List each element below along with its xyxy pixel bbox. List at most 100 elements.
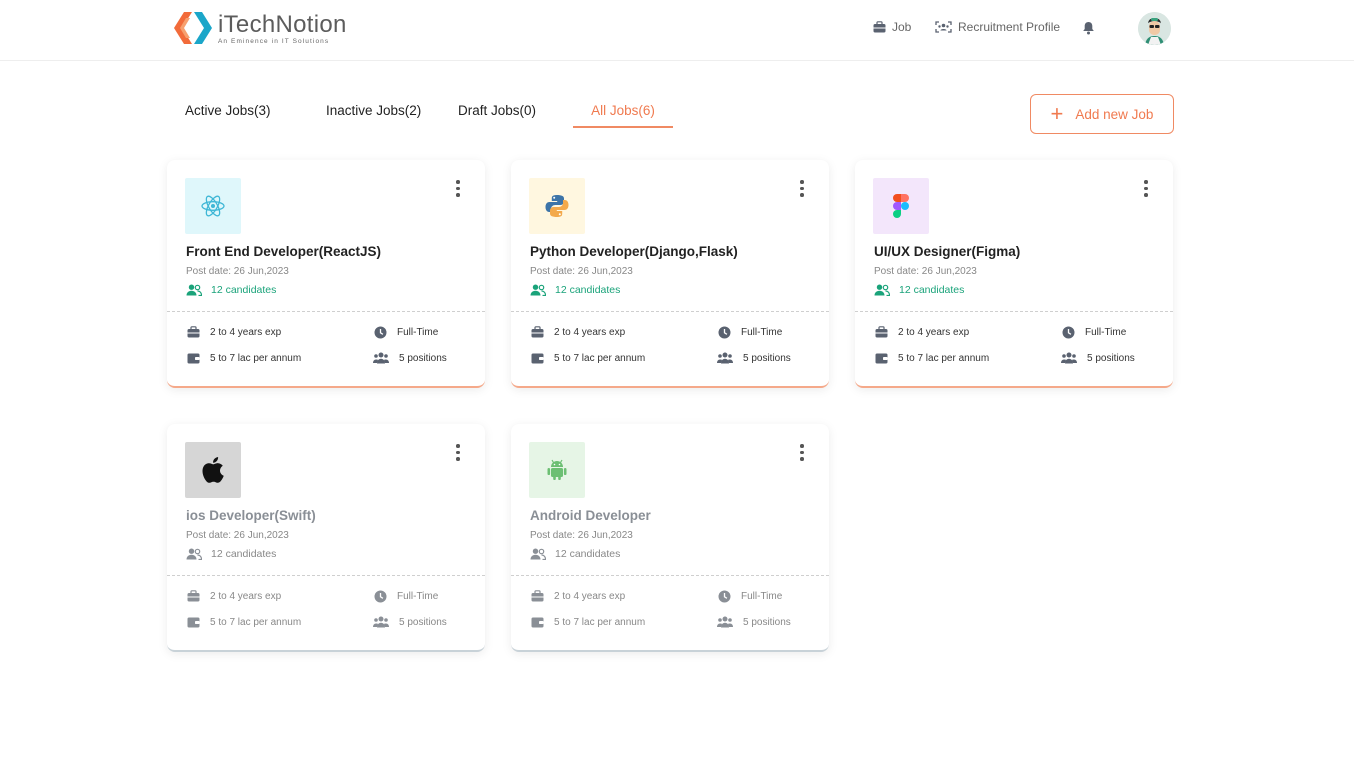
salary-info: 5 to 7 lac per annum bbox=[531, 616, 645, 628]
salary-info: 5 to 7 lac per annum bbox=[187, 616, 301, 628]
figma-icon bbox=[873, 178, 929, 234]
nav-profile-label: Recruitment Profile bbox=[958, 20, 1061, 34]
candidates-count: 12 candidates bbox=[211, 548, 277, 560]
positions-info: 5 positions bbox=[1061, 352, 1135, 364]
bell-icon[interactable] bbox=[1082, 21, 1095, 40]
react-icon bbox=[185, 178, 241, 234]
post-date: Post date: 26 Jun,2023 bbox=[186, 530, 289, 541]
tab-all-jobs[interactable]: All Jobs(6) bbox=[573, 103, 673, 128]
job-title[interactable]: ios Developer(Swift) bbox=[186, 508, 316, 523]
candidates-link[interactable]: 12 candidates bbox=[186, 284, 276, 296]
clock-icon bbox=[1062, 326, 1075, 339]
experience-info: 2 to 4 years exp bbox=[531, 326, 625, 338]
candidates-link[interactable]: 12 candidates bbox=[186, 548, 276, 560]
users-group-icon bbox=[1061, 352, 1077, 364]
positions-info: 5 positions bbox=[373, 352, 447, 364]
more-vertical-icon[interactable] bbox=[455, 180, 461, 197]
candidates-link[interactable]: 12 candidates bbox=[530, 548, 620, 560]
nav-recruitment-profile[interactable]: Recruitment Profile bbox=[935, 20, 1060, 34]
job-title[interactable]: Android Developer bbox=[530, 508, 651, 523]
add-new-job-label: Add new Job bbox=[1075, 106, 1154, 122]
salary-info: 5 to 7 lac per annum bbox=[875, 352, 989, 364]
plus-icon: + bbox=[1050, 101, 1064, 126]
experience-info: 2 to 4 years exp bbox=[187, 590, 281, 602]
wallet-icon bbox=[187, 617, 200, 628]
card-divider bbox=[167, 575, 485, 576]
candidates-link[interactable]: 12 candidates bbox=[530, 284, 620, 296]
job-type-info: Full-Time bbox=[1062, 326, 1126, 339]
job-title[interactable]: Python Developer(Django,Flask) bbox=[530, 244, 738, 259]
clock-icon bbox=[374, 590, 387, 603]
python-icon bbox=[529, 178, 585, 234]
briefcase-icon bbox=[187, 326, 200, 338]
job-card-ios[interactable]: ios Developer(Swift) Post date: 26 Jun,2… bbox=[167, 424, 485, 652]
post-date: Post date: 26 Jun,2023 bbox=[530, 266, 633, 277]
tab-active-jobs[interactable]: Active Jobs(3) bbox=[185, 103, 271, 118]
positions-info: 5 positions bbox=[717, 352, 791, 364]
candidates-count: 12 candidates bbox=[211, 284, 277, 296]
candidates-link[interactable]: 12 candidates bbox=[874, 284, 964, 296]
candidates-count: 12 candidates bbox=[555, 548, 621, 560]
users-icon bbox=[530, 548, 546, 560]
clock-icon bbox=[718, 590, 731, 603]
tab-draft-jobs[interactable]: Draft Jobs(0) bbox=[458, 103, 536, 118]
briefcase-icon bbox=[187, 590, 200, 602]
candidates-count: 12 candidates bbox=[899, 284, 965, 296]
users-group-icon bbox=[373, 616, 389, 628]
nav-job[interactable]: Job bbox=[873, 20, 911, 34]
job-card-frontend[interactable]: Front End Developer(ReactJS) Post date: … bbox=[167, 160, 485, 388]
id-card-icon bbox=[935, 21, 952, 33]
card-divider bbox=[167, 311, 485, 312]
salary-info: 5 to 7 lac per annum bbox=[187, 352, 301, 364]
experience-info: 2 to 4 years exp bbox=[875, 326, 969, 338]
job-card-android[interactable]: Android Developer Post date: 26 Jun,2023… bbox=[511, 424, 829, 652]
users-group-icon bbox=[717, 352, 733, 364]
logo-icon bbox=[172, 10, 214, 46]
candidates-count: 12 candidates bbox=[555, 284, 621, 296]
wallet-icon bbox=[875, 353, 888, 364]
job-type-info: Full-Time bbox=[374, 326, 438, 339]
users-icon bbox=[186, 284, 202, 296]
card-divider bbox=[855, 311, 1173, 312]
post-date: Post date: 26 Jun,2023 bbox=[186, 266, 289, 277]
users-icon bbox=[186, 548, 202, 560]
brand-logo[interactable]: iTechNotion An Eminence in IT Solutions bbox=[172, 10, 347, 46]
briefcase-icon bbox=[531, 326, 544, 338]
more-vertical-icon[interactable] bbox=[1143, 180, 1149, 197]
wallet-icon bbox=[531, 353, 544, 364]
job-type-info: Full-Time bbox=[718, 326, 782, 339]
brand-name: iTechNotion bbox=[218, 10, 347, 38]
users-icon bbox=[874, 284, 890, 296]
clock-icon bbox=[718, 326, 731, 339]
users-icon bbox=[530, 284, 546, 296]
job-title[interactable]: Front End Developer(ReactJS) bbox=[186, 244, 381, 259]
more-vertical-icon[interactable] bbox=[455, 444, 461, 461]
positions-info: 5 positions bbox=[717, 616, 791, 628]
job-card-python[interactable]: Python Developer(Django,Flask) Post date… bbox=[511, 160, 829, 388]
card-divider bbox=[511, 575, 829, 576]
briefcase-icon bbox=[531, 590, 544, 602]
apple-icon bbox=[185, 442, 241, 498]
briefcase-icon bbox=[875, 326, 888, 338]
experience-info: 2 to 4 years exp bbox=[531, 590, 625, 602]
clock-icon bbox=[374, 326, 387, 339]
card-divider bbox=[511, 311, 829, 312]
users-group-icon bbox=[373, 352, 389, 364]
tab-inactive-jobs[interactable]: Inactive Jobs(2) bbox=[326, 103, 421, 118]
positions-info: 5 positions bbox=[373, 616, 447, 628]
salary-info: 5 to 7 lac per annum bbox=[531, 352, 645, 364]
more-vertical-icon[interactable] bbox=[799, 444, 805, 461]
android-icon bbox=[529, 442, 585, 498]
wallet-icon bbox=[531, 617, 544, 628]
top-header: iTechNotion An Eminence in IT Solutions … bbox=[0, 0, 1354, 61]
more-vertical-icon[interactable] bbox=[799, 180, 805, 197]
brand-tagline: An Eminence in IT Solutions bbox=[218, 37, 330, 45]
job-card-uiux[interactable]: UI/UX Designer(Figma) Post date: 26 Jun,… bbox=[855, 160, 1173, 388]
job-title[interactable]: UI/UX Designer(Figma) bbox=[874, 244, 1020, 259]
wallet-icon bbox=[187, 353, 200, 364]
job-type-info: Full-Time bbox=[718, 590, 782, 603]
experience-info: 2 to 4 years exp bbox=[187, 326, 281, 338]
add-new-job-button[interactable]: + Add new Job bbox=[1030, 94, 1174, 134]
avatar[interactable] bbox=[1138, 12, 1171, 45]
briefcase-icon bbox=[873, 21, 886, 33]
